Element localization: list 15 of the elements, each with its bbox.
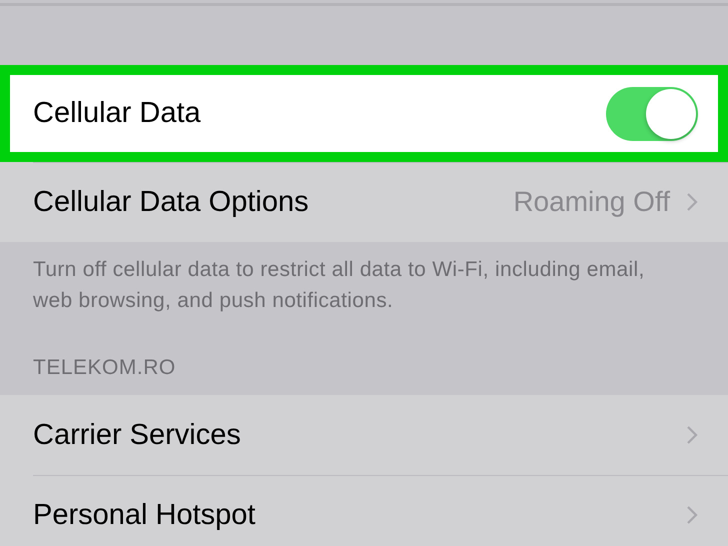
row-label: Cellular Data <box>33 97 202 130</box>
chevron-icon <box>686 505 698 525</box>
footer-note: Turn off cellular data to restrict all data to Wi-Fi, including email, web browsing, and push notifications. <box>33 257 646 314</box>
row-label: Personal Hotspot <box>33 498 256 532</box>
row-label: Cellular Data Options <box>33 186 310 218</box>
row-value: Roaming Off <box>513 186 670 218</box>
chevron-icon <box>686 425 698 445</box>
settings-row[interactable]: Personal Hotspot <box>0 475 728 546</box>
settings-row[interactable]: Carrier Services <box>0 395 728 475</box>
row-label: Carrier Services <box>33 418 242 452</box>
settings-row[interactable]: Cellular Data Options Roaming Off <box>0 162 728 242</box>
highlighted-row[interactable]: Cellular Data <box>0 65 728 162</box>
section-header: TELEKOM.RO <box>33 355 177 381</box>
chevron-icon <box>686 192 698 212</box>
toggle-switch[interactable] <box>606 86 698 140</box>
